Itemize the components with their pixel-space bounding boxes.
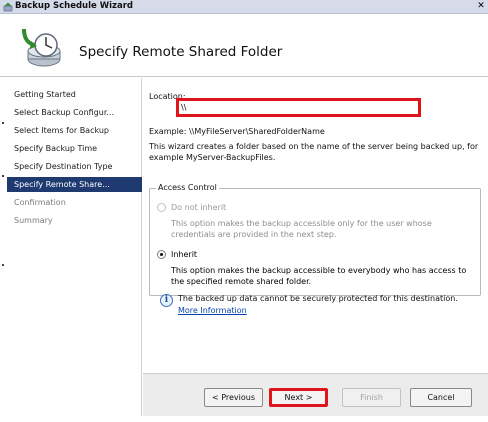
button-bar: < Previous Next > Finish Cancel (143, 373, 488, 416)
location-input[interactable] (176, 98, 421, 117)
nav-item-specify-destination-type[interactable]: Specify Destination Type (7, 159, 142, 174)
inherit-description: This option makes the backup accessible … (171, 266, 467, 286)
do-not-inherit-description: This option makes the backup accessible … (171, 219, 432, 239)
close-icon[interactable]: ✕ (474, 0, 488, 13)
do-not-inherit-label: Do not inherit (171, 203, 227, 212)
finish-button: Finish (342, 388, 401, 407)
nav-item-specify-backup-time[interactable]: Specify Backup Time (7, 141, 142, 156)
page-heading: Specify Remote Shared Folder (79, 44, 283, 60)
security-warning-text: The backed up data cannot be securely pr… (178, 294, 458, 303)
nav-item-summary: Summary (14, 216, 53, 225)
wizard-steps-pane: Getting Started Select Backup Configur..… (7, 78, 142, 416)
nav-item-confirmation: Confirmation (14, 198, 66, 207)
folder-description: This wizard creates a folder based on th… (149, 142, 479, 162)
do-not-inherit-radio (157, 203, 166, 212)
backup-wizard-icon (22, 28, 61, 67)
left-edge-marks (0, 78, 6, 416)
info-icon: i (160, 294, 173, 307)
wizard-header: Specify Remote Shared Folder (0, 14, 488, 77)
previous-button[interactable]: < Previous (204, 388, 263, 407)
cancel-button[interactable]: Cancel (410, 388, 472, 407)
window-title: Backup Schedule Wizard (15, 1, 133, 11)
backup-app-icon (3, 2, 13, 12)
title-bar: Backup Schedule Wizard ✕ (0, 0, 488, 14)
inherit-label[interactable]: Inherit (171, 250, 197, 259)
access-control-title: Access Control (156, 183, 219, 192)
access-control-group: Access Control Do not inherit This optio… (149, 183, 481, 296)
nav-item-select-items-for-backup[interactable]: Select Items for Backup (7, 123, 142, 138)
security-warning: i The backed up data cannot be securely … (160, 294, 480, 324)
wizard-content: Location: Example: \\MyFileServer\Shared… (143, 78, 488, 416)
nav-item-getting-started[interactable]: Getting Started (7, 87, 142, 102)
location-example: Example: \\MyFileServer\SharedFolderName (149, 127, 325, 136)
nav-item-specify-remote-shared-folder[interactable]: Specify Remote Share... (7, 177, 142, 192)
next-button[interactable]: Next > (269, 388, 328, 407)
inherit-radio[interactable] (157, 250, 166, 259)
nav-item-select-backup-configuration[interactable]: Select Backup Configur... (7, 105, 142, 120)
more-information-link[interactable]: More Information (178, 306, 247, 315)
